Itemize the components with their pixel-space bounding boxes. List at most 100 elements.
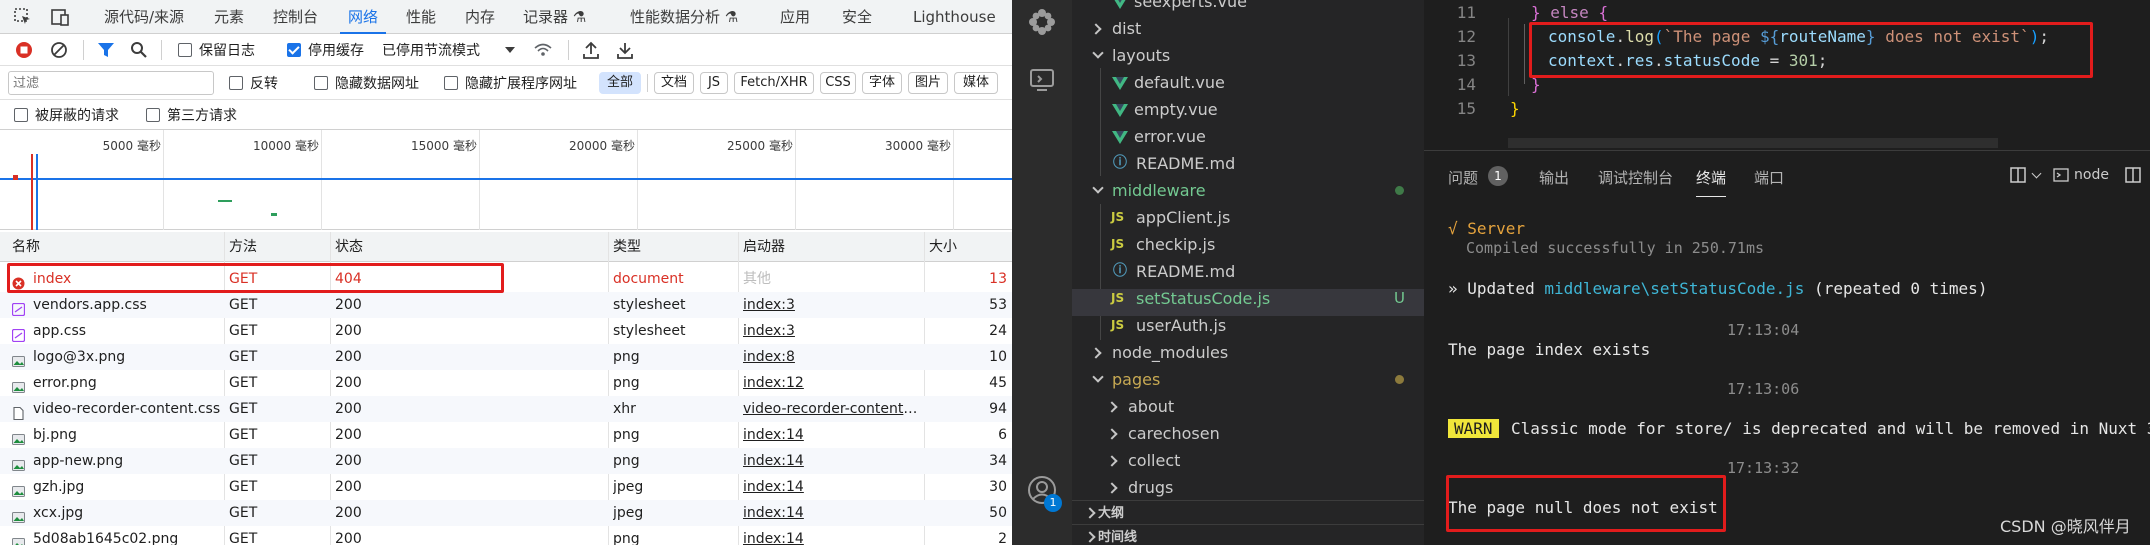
explorer-item[interactable]: JS checkip.js	[1072, 231, 1424, 258]
explorer-item[interactable]: error.vue	[1072, 123, 1424, 150]
explorer-item[interactable]: pages	[1072, 366, 1424, 393]
tab-console[interactable]: 控制台	[273, 0, 318, 34]
table-row[interactable]: error.png GET 200 png index:12 45	[0, 370, 1012, 396]
explorer-item[interactable]: dist	[1072, 15, 1424, 42]
explorer-item[interactable]: drugs	[1072, 474, 1424, 501]
request-initiator[interactable]: index:14	[743, 474, 921, 500]
type-filter-all[interactable]: 全部	[599, 72, 641, 94]
timeline-section[interactable]: 时间线	[1072, 524, 1424, 545]
request-initiator[interactable]: index:14	[743, 526, 921, 545]
table-row[interactable]: xcx.jpg GET 200 jpeg index:14 50	[0, 500, 1012, 526]
tab-debug-console[interactable]: 调试控制台	[1598, 167, 1673, 188]
explorer-item[interactable]: default.vue	[1072, 69, 1424, 96]
table-row[interactable]: app-new.png GET 200 png index:14 34	[0, 448, 1012, 474]
request-initiator[interactable]: index:3	[743, 318, 921, 344]
tab-performance[interactable]: 性能	[406, 0, 436, 34]
record-stop-icon[interactable]	[15, 41, 33, 59]
request-initiator[interactable]: index:12	[743, 370, 921, 396]
type-filter-doc[interactable]: 文档	[654, 72, 694, 94]
throttle-select[interactable]: 已停用节流模式	[382, 40, 480, 60]
type-filter-css[interactable]: CSS	[820, 72, 856, 94]
column-method[interactable]: 方法	[229, 232, 257, 262]
request-initiator[interactable]: index:8	[743, 344, 921, 370]
preserve-log-checkbox[interactable]	[178, 43, 192, 57]
editor-scrollbar[interactable]	[1508, 138, 1998, 148]
column-size[interactable]: 大小	[929, 232, 957, 262]
table-row[interactable]: vendors.app.css GET 200 stylesheet index:3 53	[0, 292, 1012, 318]
device-toolbar-icon[interactable]	[50, 7, 70, 27]
tab-ports[interactable]: 端口	[1754, 167, 1784, 188]
tab-terminal[interactable]: 终端	[1696, 167, 1727, 197]
type-filter-fetch[interactable]: Fetch/XHR	[734, 72, 814, 94]
request-initiator[interactable]: index:14	[743, 500, 921, 526]
tab-network[interactable]: 网络	[339, 0, 387, 34]
panel-layout-icon[interactable]	[2124, 166, 2142, 184]
column-name[interactable]: 名称	[12, 232, 40, 262]
disable-cache-checkbox[interactable]	[287, 43, 301, 57]
explorer-item[interactable]: carechosen	[1072, 420, 1424, 447]
explorer-item[interactable]: about	[1072, 393, 1424, 420]
invert-checkbox[interactable]	[229, 76, 243, 90]
tab-memory[interactable]: 内存	[465, 0, 495, 34]
tab-performance-insights[interactable]: 性能数据分析 ⚗	[630, 0, 738, 34]
tab-problems[interactable]: 问题	[1448, 167, 1478, 188]
inspect-element-icon[interactable]	[14, 8, 32, 26]
explorer-item[interactable]: JS setStatusCode.js U	[1072, 285, 1424, 312]
tab-security[interactable]: 安全	[842, 0, 872, 34]
image-file-icon	[12, 351, 25, 367]
table-row[interactable]: video-recorder-content.css GET 200 xhr video…	[0, 396, 1012, 422]
outline-section[interactable]: 大纲	[1072, 500, 1424, 524]
tab-output[interactable]: 输出	[1539, 167, 1569, 188]
explorer-item[interactable]: collect	[1072, 447, 1424, 474]
explorer-item[interactable]: seexperts.vue	[1072, 0, 1424, 15]
explorer-item[interactable]: layouts	[1072, 42, 1424, 69]
tab-lighthouse[interactable]: Lighthouse	[913, 0, 996, 34]
table-row[interactable]: app.css GET 200 stylesheet index:3 24	[0, 318, 1012, 344]
third-party-checkbox[interactable]	[146, 108, 160, 122]
import-har-icon[interactable]	[582, 40, 600, 60]
column-initiator[interactable]: 启动器	[743, 232, 785, 262]
network-conditions-icon[interactable]	[533, 40, 553, 60]
extension-sparkle-icon[interactable]	[1028, 8, 1056, 36]
table-row[interactable]: gzh.jpg GET 200 jpeg index:14 30	[0, 474, 1012, 500]
request-initiator[interactable]: video-recorder-content.j...	[743, 396, 921, 422]
hide-data-urls-checkbox[interactable]	[314, 76, 328, 90]
filter-input[interactable]	[8, 71, 214, 95]
tab-elements[interactable]: 元素	[214, 0, 244, 34]
chevron-down-icon[interactable]	[505, 47, 515, 53]
column-type[interactable]: 类型	[613, 232, 641, 262]
request-initiator[interactable]: index:14	[743, 448, 921, 474]
type-filter-js[interactable]: JS	[700, 72, 728, 94]
explorer-item[interactable]: node_modules	[1072, 339, 1424, 366]
explorer-item[interactable]: ⓘ README.md	[1072, 150, 1424, 177]
column-status[interactable]: 状态	[335, 232, 363, 262]
type-filter-img[interactable]: 图片	[908, 72, 948, 94]
type-filter-media[interactable]: 媒体	[954, 72, 998, 94]
table-row[interactable]: 5d08ab1645c02.png GET 200 png index:14 2	[0, 526, 1012, 545]
clear-icon[interactable]	[50, 41, 68, 59]
tab-application[interactable]: 应用	[780, 0, 810, 34]
split-terminal-icon[interactable]	[2009, 166, 2027, 184]
search-icon[interactable]	[130, 41, 148, 59]
remote-explorer-icon[interactable]	[1028, 66, 1056, 94]
type-filter-font[interactable]: 字体	[862, 72, 902, 94]
network-overview-timeline[interactable]: 5000 毫秒 10000 毫秒 15000 毫秒 20000 毫秒 25000…	[0, 130, 1012, 230]
export-har-icon[interactable]	[616, 40, 634, 60]
tab-sources[interactable]: 源代码/来源	[104, 0, 184, 34]
request-initiator[interactable]: index:3	[743, 292, 921, 318]
code-editor[interactable]: 11 12 13 14 15 } else { console.log(`The…	[1424, 0, 2150, 150]
terminal-shell-label[interactable]: node	[2074, 167, 2109, 183]
blocked-requests-checkbox[interactable]	[14, 108, 28, 122]
explorer-item[interactable]: JS appClient.js	[1072, 204, 1424, 231]
table-row[interactable]: logo@3x.png GET 200 png index:8 10	[0, 344, 1012, 370]
tab-recorder[interactable]: 记录器 ⚗	[523, 0, 586, 34]
hide-ext-urls-checkbox[interactable]	[444, 76, 458, 90]
chevron-down-icon[interactable]	[2031, 168, 2042, 179]
explorer-item[interactable]: JS userAuth.js	[1072, 312, 1424, 339]
table-row[interactable]: bj.png GET 200 png index:14 6	[0, 422, 1012, 448]
request-initiator[interactable]: index:14	[743, 422, 921, 448]
explorer-item[interactable]: empty.vue	[1072, 96, 1424, 123]
explorer-item[interactable]: middleware	[1072, 177, 1424, 204]
filter-icon[interactable]	[97, 41, 115, 59]
explorer-item[interactable]: ⓘ README.md	[1072, 258, 1424, 285]
